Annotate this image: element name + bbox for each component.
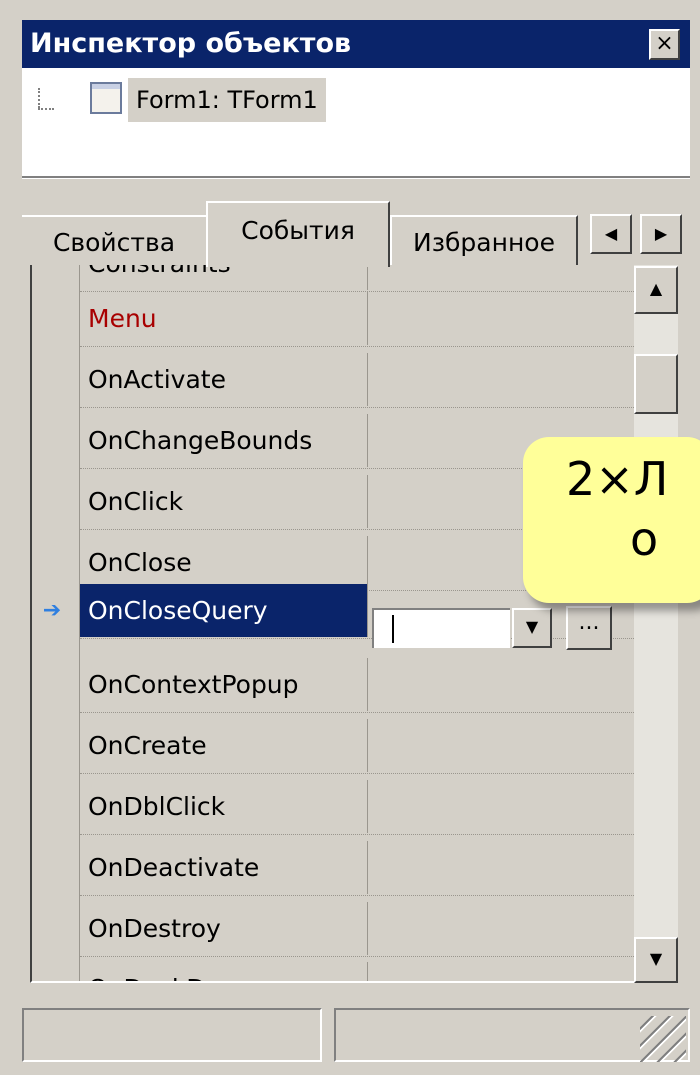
grid-row-onactivate[interactable]: OnActivate xyxy=(80,353,634,408)
tab-scroll-right-button[interactable]: ▶ xyxy=(640,214,682,254)
close-button[interactable]: × xyxy=(649,29,680,60)
form-icon xyxy=(90,82,122,114)
tree-branch-line xyxy=(38,88,40,108)
grid-row-ondockdrop[interactable]: OnDockDrop xyxy=(80,962,634,981)
grid-row-name: OnDblClick xyxy=(80,780,368,833)
callout-text-line-2: о xyxy=(630,512,659,566)
tab-favorites[interactable]: Избранное xyxy=(390,215,578,267)
grid-row-menu[interactable]: Menu xyxy=(80,292,634,347)
grid-row-name: OnChangeBounds xyxy=(80,414,368,467)
grid-row-oncontextpopup[interactable]: OnContextPopup xyxy=(80,658,634,713)
component-tree xyxy=(22,68,690,178)
grid-gutter xyxy=(32,265,80,981)
status-panel-left xyxy=(22,1008,322,1062)
event-handler-ellipsis-button[interactable]: ... xyxy=(566,606,612,650)
callout-text-line-1: 2×Л xyxy=(566,452,669,506)
resize-grip-icon[interactable] xyxy=(640,1016,686,1062)
scroll-up-button[interactable]: ▲ xyxy=(634,266,678,314)
window-title: Инспектор объектов xyxy=(30,28,352,59)
grid-row-oncreate[interactable]: OnCreate xyxy=(80,719,634,774)
grid-row-ondestroy[interactable]: OnDestroy xyxy=(80,902,634,957)
grid-row-ondblclick[interactable]: OnDblClick xyxy=(80,780,634,835)
status-panel-right xyxy=(334,1008,690,1062)
grid-row-ondeactivate[interactable]: OnDeactivate xyxy=(80,841,634,896)
grid-row-name: Constraints xyxy=(80,265,368,290)
grid-row-constraints[interactable]: Constraints xyxy=(80,265,634,292)
scroll-down-button[interactable]: ▼ xyxy=(634,937,678,983)
tab-properties[interactable]: Свойства xyxy=(22,215,208,267)
tree-node-form1[interactable]: Form1: TForm1 xyxy=(128,78,326,122)
tree-branch-line xyxy=(38,108,54,110)
object-inspector-window: Инспектор объектов × Form1: TForm1 Свойс… xyxy=(0,0,700,1075)
tab-events[interactable]: События xyxy=(206,201,390,267)
grid-row-name: OnCloseQuery xyxy=(80,584,368,637)
tab-scroll-left-button[interactable]: ◀ xyxy=(590,214,632,254)
grid-row-name: OnCreate xyxy=(80,719,368,772)
grid-row-name: OnDockDrop xyxy=(80,962,368,981)
grid-row-name: OnContextPopup xyxy=(80,658,368,711)
grid-row-name: OnActivate xyxy=(80,353,368,406)
panel-splitter[interactable] xyxy=(22,178,690,200)
selected-row-arrow-icon: ➔ xyxy=(42,598,62,623)
grid-row-name: OnClose xyxy=(80,536,368,589)
text-caret xyxy=(392,615,394,643)
grid-row-name: OnDeactivate xyxy=(80,841,368,894)
grid-row-name: OnClick xyxy=(80,475,368,528)
grid-row-name: Menu xyxy=(80,292,368,345)
scroll-thumb[interactable] xyxy=(634,354,678,414)
event-handler-dropdown-button[interactable]: ▼ xyxy=(512,608,552,648)
grid-row-name: OnDestroy xyxy=(80,902,368,955)
